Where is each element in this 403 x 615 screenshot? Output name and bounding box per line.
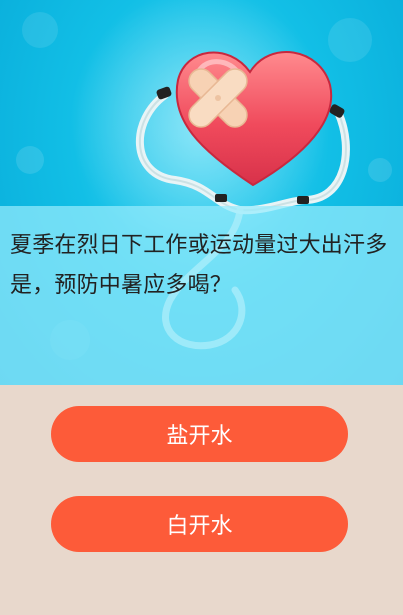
answer-option-salt-water-button[interactable]: 盐开水 <box>51 406 348 462</box>
answer-option-plain-water-button[interactable]: 白开水 <box>51 496 348 552</box>
question-text: 夏季在烈日下工作或运动量过大出汗多是，预防中暑应多喝？ <box>10 233 388 298</box>
